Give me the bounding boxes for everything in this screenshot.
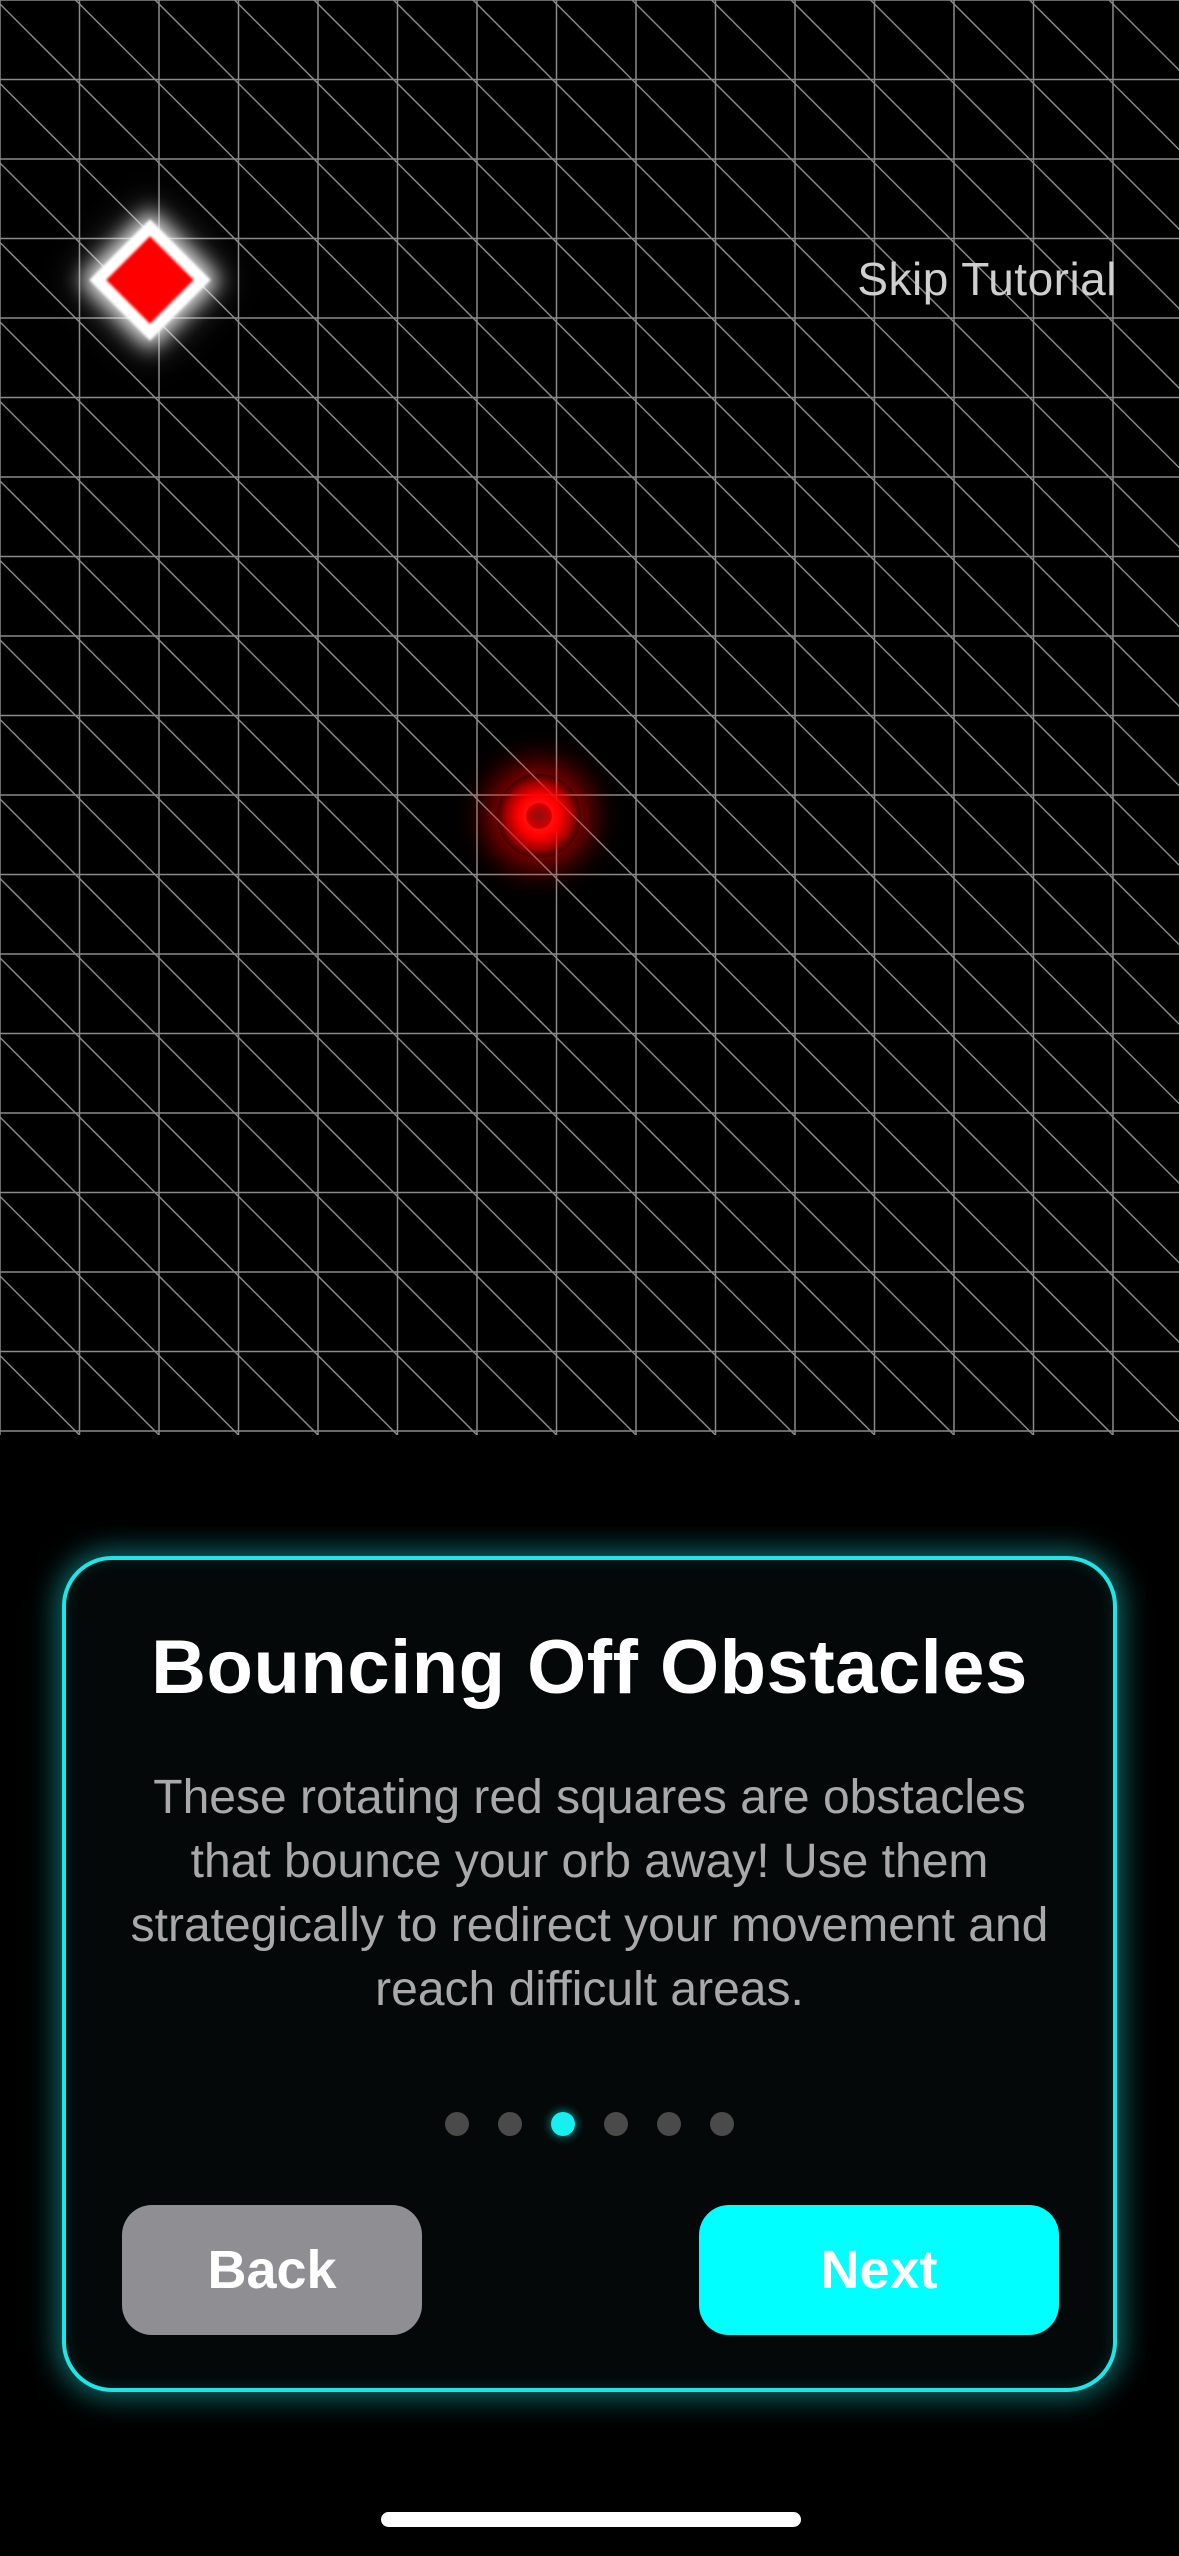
page-dot-active bbox=[551, 2112, 575, 2136]
tutorial-title: Bouncing Off Obstacles bbox=[151, 1625, 1028, 1710]
page-dot bbox=[445, 2112, 469, 2136]
tutorial-description: These rotating red squares are obstacles… bbox=[130, 1771, 1049, 2016]
game-playfield[interactable]: Skip Tutorial bbox=[0, 0, 1179, 1435]
skip-tutorial-button[interactable]: Skip Tutorial bbox=[857, 252, 1117, 306]
triangle-grid-background bbox=[0, 0, 1179, 1435]
page-dot bbox=[657, 2112, 681, 2136]
orb-core bbox=[526, 803, 552, 829]
player-orb bbox=[497, 774, 581, 858]
page-dot bbox=[498, 2112, 522, 2136]
home-indicator[interactable] bbox=[381, 2512, 801, 2527]
tutorial-card: Bouncing Off Obstacles These rotating re… bbox=[62, 1556, 1117, 2392]
next-button[interactable]: Next bbox=[699, 2205, 1059, 2335]
page-dot bbox=[604, 2112, 628, 2136]
page-dot bbox=[710, 2112, 734, 2136]
page-indicator bbox=[66, 2112, 1113, 2142]
back-button[interactable]: Back bbox=[122, 2205, 422, 2335]
